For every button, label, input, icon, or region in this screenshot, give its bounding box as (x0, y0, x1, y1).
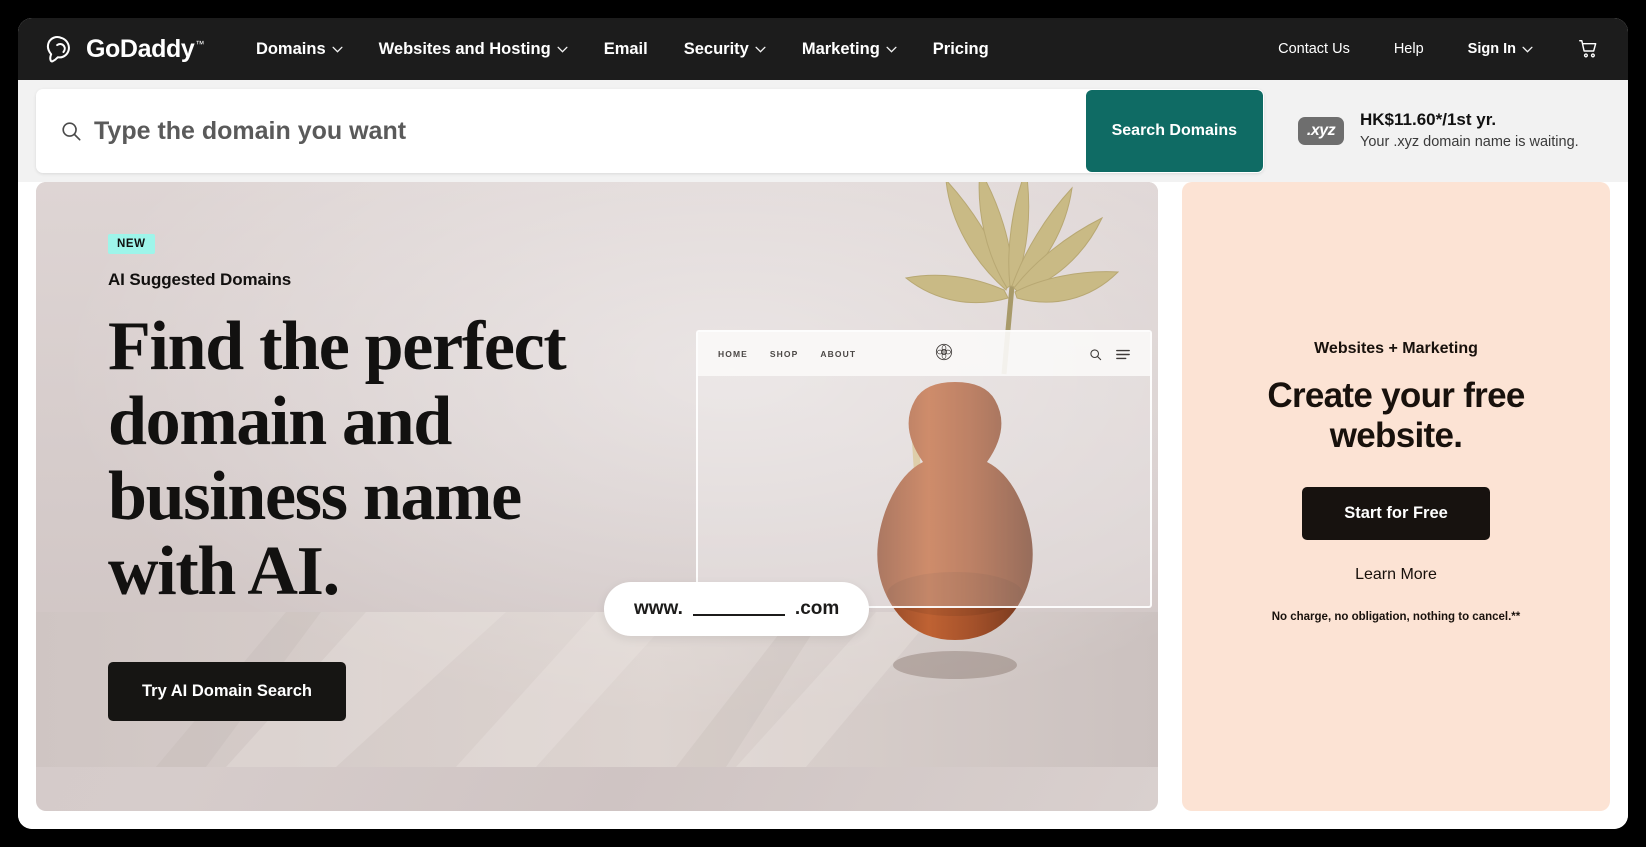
nav-item-label: Sign In (1467, 41, 1516, 57)
xyz-promo-text: HK$11.60*/1st yr. Your .xyz domain name … (1360, 109, 1579, 152)
nav-item-label: Help (1393, 41, 1424, 57)
nav-item-label: Domains (255, 39, 326, 58)
hero-kicker: AI Suggested Domains (108, 270, 292, 289)
xyz-promo-price: HK$11.60*/1st yr. (1360, 110, 1497, 130)
flower-medallion-icon (934, 342, 954, 367)
nav-item-domains[interactable]: Domains (238, 32, 361, 67)
url-suffix: .com (794, 598, 840, 619)
start-for-free-button[interactable]: Start for Free (1302, 486, 1490, 540)
website-preview-mockup: HOME SHOP ABOUT (696, 330, 1152, 608)
nav-item-label: Pricing (932, 39, 989, 58)
mockup-nav-actions (1089, 348, 1130, 361)
mockup-navbar: HOME SHOP ABOUT (698, 332, 1150, 376)
side-card-disclaimer: No charge, no obligation, nothing to can… (1271, 610, 1521, 623)
websites-marketing-card: Websites + Marketing Create your free we… (1182, 182, 1610, 811)
xyz-promo-banner[interactable]: .xyz HK$11.60*/1st yr. Your .xyz domain … (1264, 109, 1610, 152)
url-blank-placeholder (692, 602, 785, 616)
nav-item-sign-in[interactable]: Sign In (1446, 33, 1555, 65)
domain-search-box: Search Domains (36, 89, 1264, 173)
shopping-cart-icon (1579, 40, 1597, 58)
domain-search-strip: Search Domains .xyz HK$11.60*/1st yr. Yo… (18, 80, 1628, 182)
godaddy-logo[interactable]: GoDaddy™ (46, 34, 204, 65)
try-ai-domain-search-button[interactable]: Try AI Domain Search (108, 661, 346, 721)
side-card-kicker: Websites + Marketing (1314, 340, 1478, 357)
chevron-down-icon (557, 46, 568, 53)
nav-item-email[interactable]: Email (586, 32, 666, 67)
nav-item-label: Security (683, 39, 749, 58)
nav-item-security[interactable]: Security (666, 32, 784, 67)
trademark-symbol: ™ (195, 39, 204, 50)
xyz-tld-badge: .xyz (1298, 116, 1344, 145)
page-root: GoDaddy™ Domains Websites and Hosting Em… (18, 18, 1628, 829)
main-content: HOME SHOP ABOUT www. .com NEW AI Suggest… (18, 182, 1628, 829)
hero-copy-block: NEW AI Suggested Domains Find the perfec… (108, 234, 588, 721)
mockup-nav-about: ABOUT (820, 349, 857, 359)
nav-item-label: Contact Us (1278, 41, 1350, 57)
godaddy-heart-icon (46, 34, 77, 65)
new-badge: NEW (108, 234, 155, 254)
nav-item-websites-and-hosting[interactable]: Websites and Hosting (361, 32, 586, 67)
search-icon (1090, 348, 1102, 360)
hero-card-ai-domains[interactable]: HOME SHOP ABOUT www. .com NEW AI Suggest… (36, 182, 1158, 811)
xyz-promo-subtitle: Your .xyz domain name is waiting. (1360, 133, 1579, 150)
mockup-nav-shop: SHOP (769, 349, 799, 359)
search-icon (62, 122, 81, 141)
chevron-down-icon (1522, 46, 1533, 53)
chevron-down-icon (332, 46, 343, 53)
search-domains-button[interactable]: Search Domains (1085, 90, 1263, 172)
chevron-down-icon (755, 46, 766, 53)
primary-nav-links: Domains Websites and Hosting Email Secur… (238, 32, 1007, 67)
nav-item-contact-us[interactable]: Contact Us (1256, 33, 1372, 65)
godaddy-wordmark: GoDaddy™ (86, 34, 204, 63)
nav-item-help[interactable]: Help (1372, 33, 1446, 65)
domain-url-pill: www. .com (604, 582, 870, 636)
top-navigation-bar: GoDaddy™ Domains Websites and Hosting Em… (18, 18, 1628, 80)
hamburger-icon (1116, 349, 1130, 359)
secondary-nav-links: Contact Us Help Sign In (1256, 30, 1616, 68)
chevron-down-icon (886, 46, 897, 53)
learn-more-link[interactable]: Learn More (1355, 566, 1437, 584)
hero-heading: Find the perfect domain and business nam… (108, 308, 567, 610)
nav-item-label: Email (603, 39, 648, 58)
nav-item-pricing[interactable]: Pricing (915, 32, 1007, 67)
nav-item-marketing[interactable]: Marketing (784, 32, 915, 67)
nav-item-label: Marketing (801, 39, 880, 58)
side-card-heading: Create your free website. (1267, 376, 1525, 456)
url-prefix: www. (634, 598, 683, 619)
mockup-nav-home: HOME (718, 349, 748, 359)
shopping-cart-button[interactable] (1555, 30, 1616, 68)
nav-item-label: Websites and Hosting (378, 39, 551, 58)
